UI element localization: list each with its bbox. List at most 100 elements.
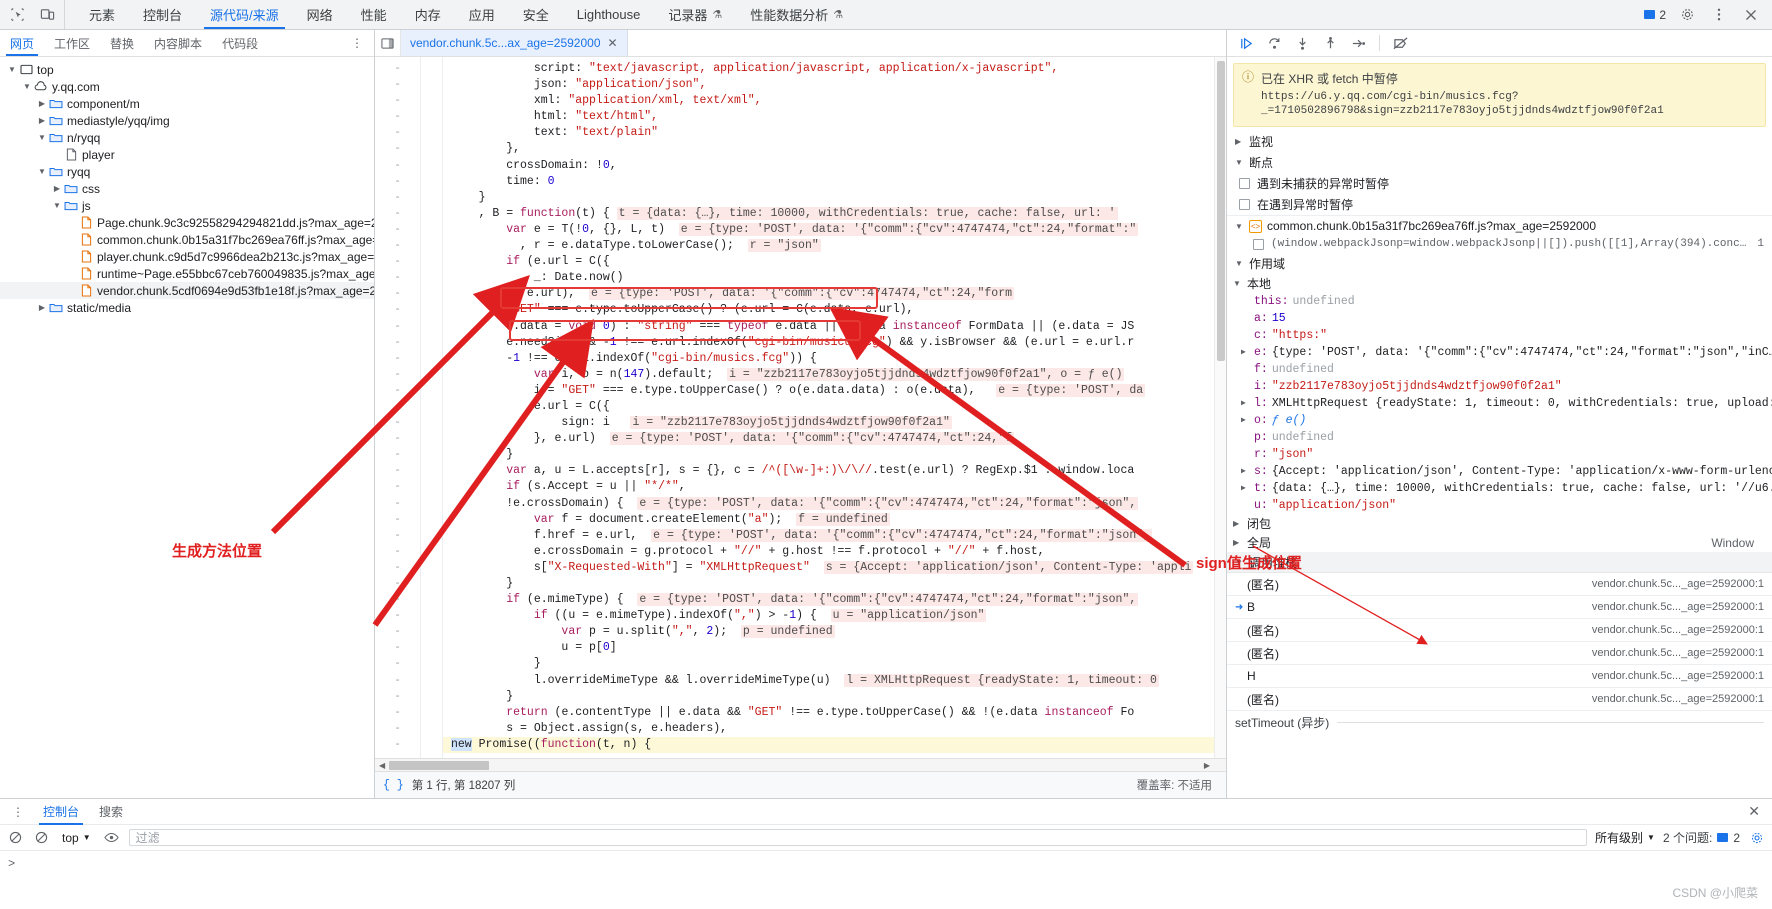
callstack-frame[interactable]: (匿名) vendor.chunk.5c..._age=2592000:1	[1227, 688, 1772, 711]
close-icon[interactable]	[1740, 4, 1762, 26]
console-filter-input[interactable]: 过滤	[128, 829, 1588, 846]
tab-recorder[interactable]: 记录器 ⚗	[654, 0, 736, 29]
code-line[interactable]: }	[443, 656, 1226, 672]
gutter-marker[interactable]: -	[375, 141, 420, 157]
gutter-marker[interactable]: -	[375, 415, 420, 431]
tree-node[interactable]: ▶ mediastyle/yqq/img	[0, 112, 374, 129]
code-line[interactable]: if (e.mimeType) { e = {type: 'POST', dat…	[443, 592, 1226, 608]
close-icon[interactable]: ✕	[608, 36, 618, 50]
breakpoint-file-group[interactable]: ▼ <> common.chunk.0b15a31f7bc269ea76ff.j…	[1227, 215, 1772, 236]
chevron-down-icon[interactable]: ▼	[6, 65, 18, 74]
code-line[interactable]: xml: "application/xml, text/xml",	[443, 93, 1226, 109]
chevron-down-icon[interactable]: ▼	[51, 201, 63, 210]
editor-tab-vendor-chunk[interactable]: vendor.chunk.5c...ax_age=2592000 ✕	[401, 30, 628, 56]
tab-lighthouse[interactable]: Lighthouse	[563, 0, 655, 29]
console-problems-indicator[interactable]: 2 个问题: 2	[1663, 829, 1740, 846]
code-line[interactable]: var a, u = L.accepts[r], s = {}, c = /^(…	[443, 463, 1226, 479]
gutter-marker[interactable]: -	[375, 447, 420, 463]
chevron-right-icon[interactable]: ▶	[36, 99, 48, 108]
gutter-marker[interactable]: -	[375, 463, 420, 479]
code-line[interactable]: i = "GET" === e.type.toUpperCase() ? o(e…	[443, 383, 1226, 399]
section-watch[interactable]: ▶ 监视	[1227, 131, 1772, 152]
gutter-marker[interactable]: -	[375, 270, 420, 286]
nav-tab-page[interactable]: 网页	[0, 30, 44, 56]
pause-uncaught-exceptions-option[interactable]: 遇到未捕获的异常时暂停	[1227, 173, 1772, 194]
gutter-marker[interactable]: -	[375, 383, 420, 399]
nav-tab-content-scripts[interactable]: 内容脚本	[144, 30, 212, 56]
code-line[interactable]: script: "text/javascript, application/ja…	[443, 61, 1226, 77]
checkbox-icon[interactable]	[1239, 199, 1250, 210]
code-line[interactable]: -1 !== e.url.indexOf("cgi-bin/musics.fcg…	[443, 351, 1226, 367]
scope-variable-row[interactable]: p: undefined	[1227, 429, 1772, 446]
callstack-frame[interactable]: (匿名) vendor.chunk.5c..._age=2592000:1	[1227, 642, 1772, 665]
tree-node[interactable]: player.chunk.c9d5d7c9966dea2b213c.js?max…	[0, 248, 374, 265]
scroll-left-arrow[interactable]: ◀	[379, 761, 385, 770]
tree-node[interactable]: ▶ component/m	[0, 95, 374, 112]
scope-variable-row[interactable]: f: undefined	[1227, 361, 1772, 378]
scope-variable-row[interactable]: c: "https:"	[1227, 327, 1772, 344]
code-line[interactable]: }	[443, 576, 1226, 592]
gutter-marker[interactable]: -	[375, 222, 420, 238]
code-line[interactable]: u = p[0]	[443, 640, 1226, 656]
clear-console-icon[interactable]	[6, 829, 24, 847]
tree-node[interactable]: runtime~Page.e55bbc67ceb760049835.js?max…	[0, 265, 374, 282]
code-line[interactable]: json: "application/json",	[443, 77, 1226, 93]
gutter-marker[interactable]: -	[375, 351, 420, 367]
inspect-icon[interactable]	[6, 4, 28, 26]
chevron-right-icon[interactable]: ▶	[1241, 413, 1250, 428]
scope-variable-row[interactable]: ▶ s: {Accept: 'application/json', Content…	[1227, 463, 1772, 480]
breakpoint-entry[interactable]: (window.webpackJsonp=window.webpackJsonp…	[1227, 236, 1772, 253]
scope-variable-row[interactable]: ▶ e: {type: 'POST', data: '{"comm":{"cv":…	[1227, 344, 1772, 361]
gutter-marker[interactable]: -	[375, 399, 420, 415]
tree-node[interactable]: Page.chunk.9c3c92558294294821dd.js?max_a…	[0, 214, 374, 231]
scope-variable-row[interactable]: ▶ l: XMLHttpRequest {readyState: 1, timeo…	[1227, 395, 1772, 412]
console-level-selector[interactable]: 所有级别 ▼	[1595, 829, 1655, 846]
code-line[interactable]: html: "text/html",	[443, 109, 1226, 125]
code-line[interactable]: }	[443, 447, 1226, 463]
tree-node[interactable]: ▼ n/ryqq	[0, 129, 374, 146]
code-line[interactable]: time: 0	[443, 174, 1226, 190]
code-line[interactable]: var p = u.split(",", 2); p = undefined	[443, 624, 1226, 640]
gutter-marker[interactable]: -	[375, 528, 420, 544]
drawer-tab-search[interactable]: 搜索	[89, 799, 133, 825]
gutter-marker[interactable]: -	[375, 286, 420, 302]
gutter-marker[interactable]: -	[375, 479, 420, 495]
tab-elements[interactable]: 元素	[75, 0, 129, 29]
callstack-frame[interactable]: (匿名) vendor.chunk.5c..._age=2592000:1	[1227, 619, 1772, 642]
gutter-marker[interactable]: -	[375, 206, 420, 222]
scope-local-group[interactable]: ▼ 本地	[1227, 274, 1772, 293]
pause-exceptions-option[interactable]: 在遇到异常时暂停	[1227, 194, 1772, 215]
nav-tab-snippets[interactable]: 代码段	[212, 30, 268, 56]
chevron-right-icon[interactable]: ▶	[1241, 396, 1250, 411]
section-breakpoints[interactable]: ▼ 断点	[1227, 152, 1772, 173]
code-line[interactable]: e.url = C({	[443, 399, 1226, 415]
gutter-marker[interactable]: -	[375, 174, 420, 190]
gutter-marker[interactable]: -	[375, 93, 420, 109]
gutter-marker[interactable]: -	[375, 624, 420, 640]
tree-node[interactable]: ▼ top	[0, 61, 374, 78]
gutter-marker[interactable]: -	[375, 512, 420, 528]
deactivate-breakpoints-icon[interactable]	[1388, 32, 1414, 54]
gutter-marker[interactable]: -	[375, 367, 420, 383]
sidebar-toggle-icon[interactable]	[375, 30, 401, 56]
scrollbar-thumb[interactable]	[389, 760, 489, 770]
tab-network[interactable]: 网络	[293, 0, 347, 29]
tab-performance-insights[interactable]: 性能数据分析 ⚗	[736, 0, 857, 29]
gutter-marker[interactable]: -	[375, 158, 420, 174]
code-line[interactable]: if (s.Accept = u || "*/*",	[443, 479, 1226, 495]
tab-memory[interactable]: 内存	[401, 0, 455, 29]
code-line[interactable]: e.crossDomain = g.protocol + "//" + g.ho…	[443, 544, 1226, 560]
code-line[interactable]: new Promise((function(t, n) {	[443, 736, 1226, 754]
tab-performance[interactable]: 性能	[347, 0, 401, 29]
console-output[interactable]: >	[0, 851, 1772, 909]
code-line[interactable]: var i, o = n(147).default; i = "zzb2117e…	[443, 367, 1226, 383]
gutter-marker[interactable]: -	[375, 254, 420, 270]
gutter-marker[interactable]: -	[375, 656, 420, 672]
tree-node[interactable]: ▼ ryqq	[0, 163, 374, 180]
issues-counter[interactable]: 2	[1644, 8, 1666, 22]
chevron-down-icon[interactable]: ▼	[21, 82, 33, 91]
gutter-marker[interactable]: -	[375, 77, 420, 93]
scope-global-group[interactable]: ▶ 全局 Window	[1227, 533, 1772, 552]
nav-tab-overrides[interactable]: 替换	[100, 30, 144, 56]
file-tree[interactable]: ▼ top ▼ y.qq.com ▶ component/m ▶ mediastyle/yqq…	[0, 57, 374, 798]
